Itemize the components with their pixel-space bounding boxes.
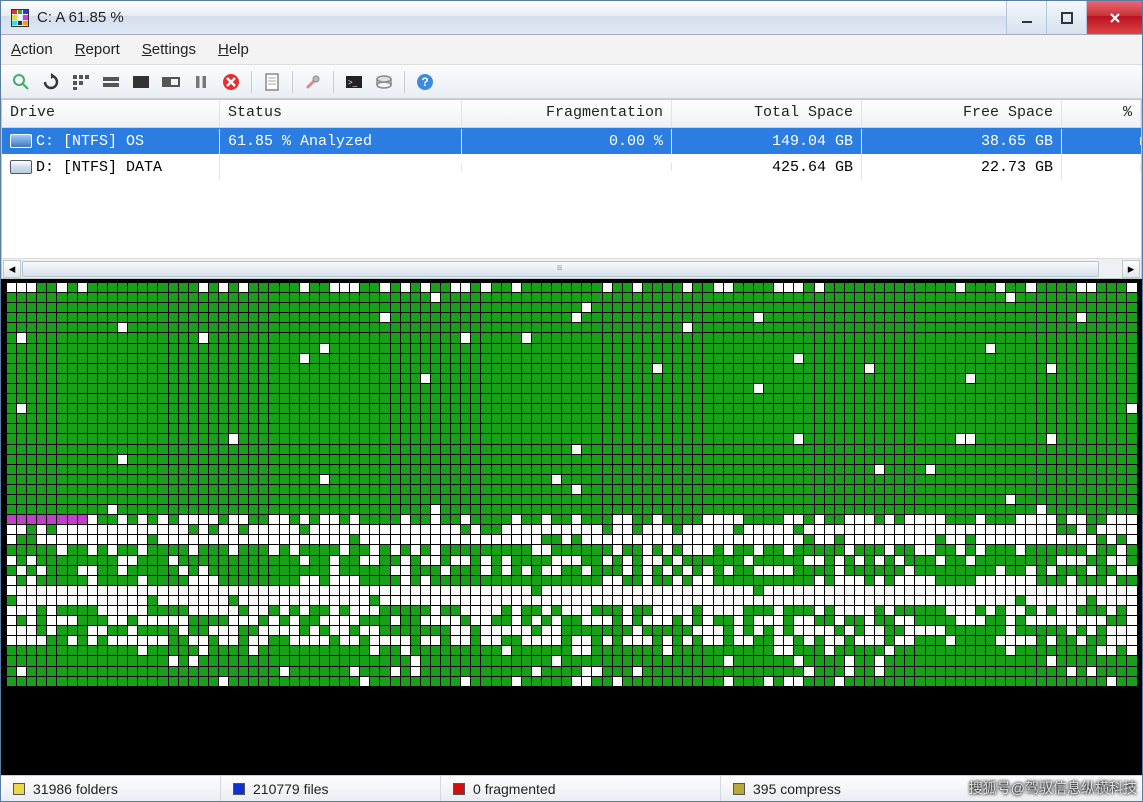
status-compressed: 395 compress: [721, 776, 1142, 801]
col-frag[interactable]: Fragmentation: [462, 100, 672, 127]
col-free[interactable]: Free Space: [862, 100, 1062, 127]
drive-list-header[interactable]: Drive Status Fragmentation Total Space F…: [2, 100, 1141, 128]
status-folders: 31986 folders: [1, 776, 221, 801]
window-title: C: A 61.85 %: [37, 9, 1006, 26]
help-icon[interactable]: ?: [413, 70, 437, 94]
app-icon: [11, 9, 29, 27]
stop-icon[interactable]: [219, 70, 243, 94]
optimize-icon[interactable]: [159, 70, 183, 94]
toolbar: >_ ?: [1, 65, 1142, 99]
menubar: Action Report Settings Help: [1, 35, 1142, 65]
refresh-icon[interactable]: [39, 70, 63, 94]
app-window: C: A 61.85 % Action Report Settings Help…: [0, 0, 1143, 802]
svg-text:>_: >_: [348, 78, 358, 87]
cluster-map[interactable]: [1, 279, 1142, 775]
folders-color-icon: [13, 783, 25, 795]
drive-row[interactable]: C: [NTFS] OS61.85 % Analyzed0.00 %149.04…: [2, 128, 1141, 154]
col-total[interactable]: Total Space: [672, 100, 862, 127]
defrag-icon[interactable]: [69, 70, 93, 94]
settings-icon[interactable]: [301, 70, 325, 94]
scroll-right-icon[interactable]: ▸: [1122, 260, 1140, 278]
status-files: 210779 files: [221, 776, 441, 801]
comp-color-icon: [733, 783, 745, 795]
drive-icon: [10, 134, 32, 148]
analyze-icon[interactable]: [9, 70, 33, 94]
minimize-button[interactable]: [1006, 1, 1046, 34]
col-pct[interactable]: %: [1062, 100, 1141, 127]
quick-defrag-icon[interactable]: [99, 70, 123, 94]
schedule-icon[interactable]: [372, 70, 396, 94]
titlebar[interactable]: C: A 61.85 %: [1, 1, 1142, 35]
col-drive[interactable]: Drive: [2, 100, 220, 127]
horizontal-scrollbar[interactable]: ◂ ≡ ▸: [2, 258, 1141, 278]
maximize-button[interactable]: [1046, 1, 1086, 34]
col-status[interactable]: Status: [220, 100, 462, 127]
menu-settings[interactable]: Settings: [142, 41, 196, 58]
script-icon[interactable]: >_: [342, 70, 366, 94]
frag-color-icon: [453, 783, 465, 795]
report-icon[interactable]: [260, 70, 284, 94]
menu-report[interactable]: Report: [75, 41, 120, 58]
drive-row[interactable]: D: [NTFS] DATA425.64 GB22.73 GB: [2, 154, 1141, 180]
menu-help[interactable]: Help: [218, 41, 249, 58]
status-fragmented: 0 fragmented: [441, 776, 721, 801]
svg-text:?: ?: [421, 75, 428, 89]
statusbar: 31986 folders 210779 files 0 fragmented …: [1, 775, 1142, 801]
scroll-thumb[interactable]: ≡: [22, 261, 1099, 277]
drive-list: Drive Status Fragmentation Total Space F…: [1, 99, 1142, 279]
drive-icon: [10, 160, 32, 174]
menu-action[interactable]: Action: [11, 41, 53, 58]
full-icon[interactable]: [129, 70, 153, 94]
scroll-left-icon[interactable]: ◂: [3, 260, 21, 278]
pause-icon[interactable]: [189, 70, 213, 94]
files-color-icon: [233, 783, 245, 795]
close-button[interactable]: [1086, 1, 1142, 34]
